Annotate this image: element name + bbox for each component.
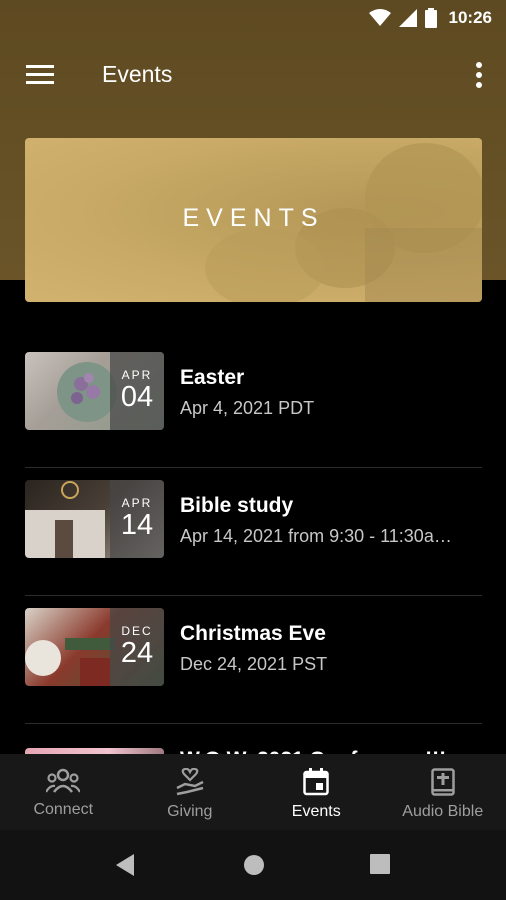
banner-title: EVENTS [182,204,325,232]
page-title: Events [102,61,173,87]
event-date-text: Apr 4, 2021 PDT [180,398,315,418]
event-date-badge: APR 14 [110,480,164,558]
nav-label: Audio Bible [402,803,484,820]
event-thumbnail: APR 14 [25,480,164,558]
event-date-text: Apr 14, 2021 from 9:30 - 11:30a… [180,526,452,546]
nav-label: Connect [33,801,94,818]
event-day: 24 [120,637,154,669]
wifi-icon [368,9,391,26]
event-item-christmas-eve[interactable]: DEC 24 Christmas Eve Dec 24, 2021 PST [25,596,482,724]
event-month: APR [121,368,153,382]
events-banner: EVENTS [25,138,482,302]
nav-events[interactable]: Events [253,754,380,830]
back-icon[interactable] [116,854,136,876]
giving-icon [176,768,204,796]
people-icon [46,768,81,793]
status-bar: 10:26 [0,0,506,36]
signal-icon [398,9,417,27]
nav-label: Events [291,803,341,820]
status-time: 10:26 [448,8,492,27]
battery-icon [424,8,437,28]
event-list: APR 04 Easter Apr 4, 2021 PDT APR 14 Bib… [25,340,482,826]
event-month: APR [121,496,153,510]
event-date-badge: DEC 24 [110,608,164,686]
event-title: Easter [180,366,245,389]
app-bar: Events [0,48,506,102]
event-month: DEC [121,624,153,638]
event-item-easter[interactable]: APR 04 Easter Apr 4, 2021 PDT [25,340,482,468]
system-navigation-bar [0,830,506,900]
event-date-badge: APR 04 [110,352,164,430]
nav-audio-bible[interactable]: Audio Bible [380,754,506,830]
home-icon[interactable] [243,854,265,876]
event-title: Bible study [180,494,294,517]
event-date-text: Dec 24, 2021 PST [180,654,328,674]
event-thumbnail: DEC 24 [25,608,164,686]
menu-icon[interactable] [26,64,54,86]
event-day: 04 [120,381,154,413]
event-day: 14 [120,509,154,541]
event-thumbnail: APR 04 [25,352,164,430]
event-title: Christmas Eve [180,622,326,645]
calendar-icon [303,768,329,796]
event-item-bible-study[interactable]: APR 14 Bible study Apr 14, 2021 from 9:3… [25,468,482,596]
nav-connect[interactable]: Connect [0,754,127,830]
recents-icon[interactable] [370,854,390,874]
nav-giving[interactable]: Giving [127,754,254,830]
bottom-navigation: Connect Giving Events Audio Bible [0,754,506,830]
more-vert-icon[interactable] [474,62,484,88]
nav-label: Giving [167,803,213,820]
bible-icon [431,768,455,796]
